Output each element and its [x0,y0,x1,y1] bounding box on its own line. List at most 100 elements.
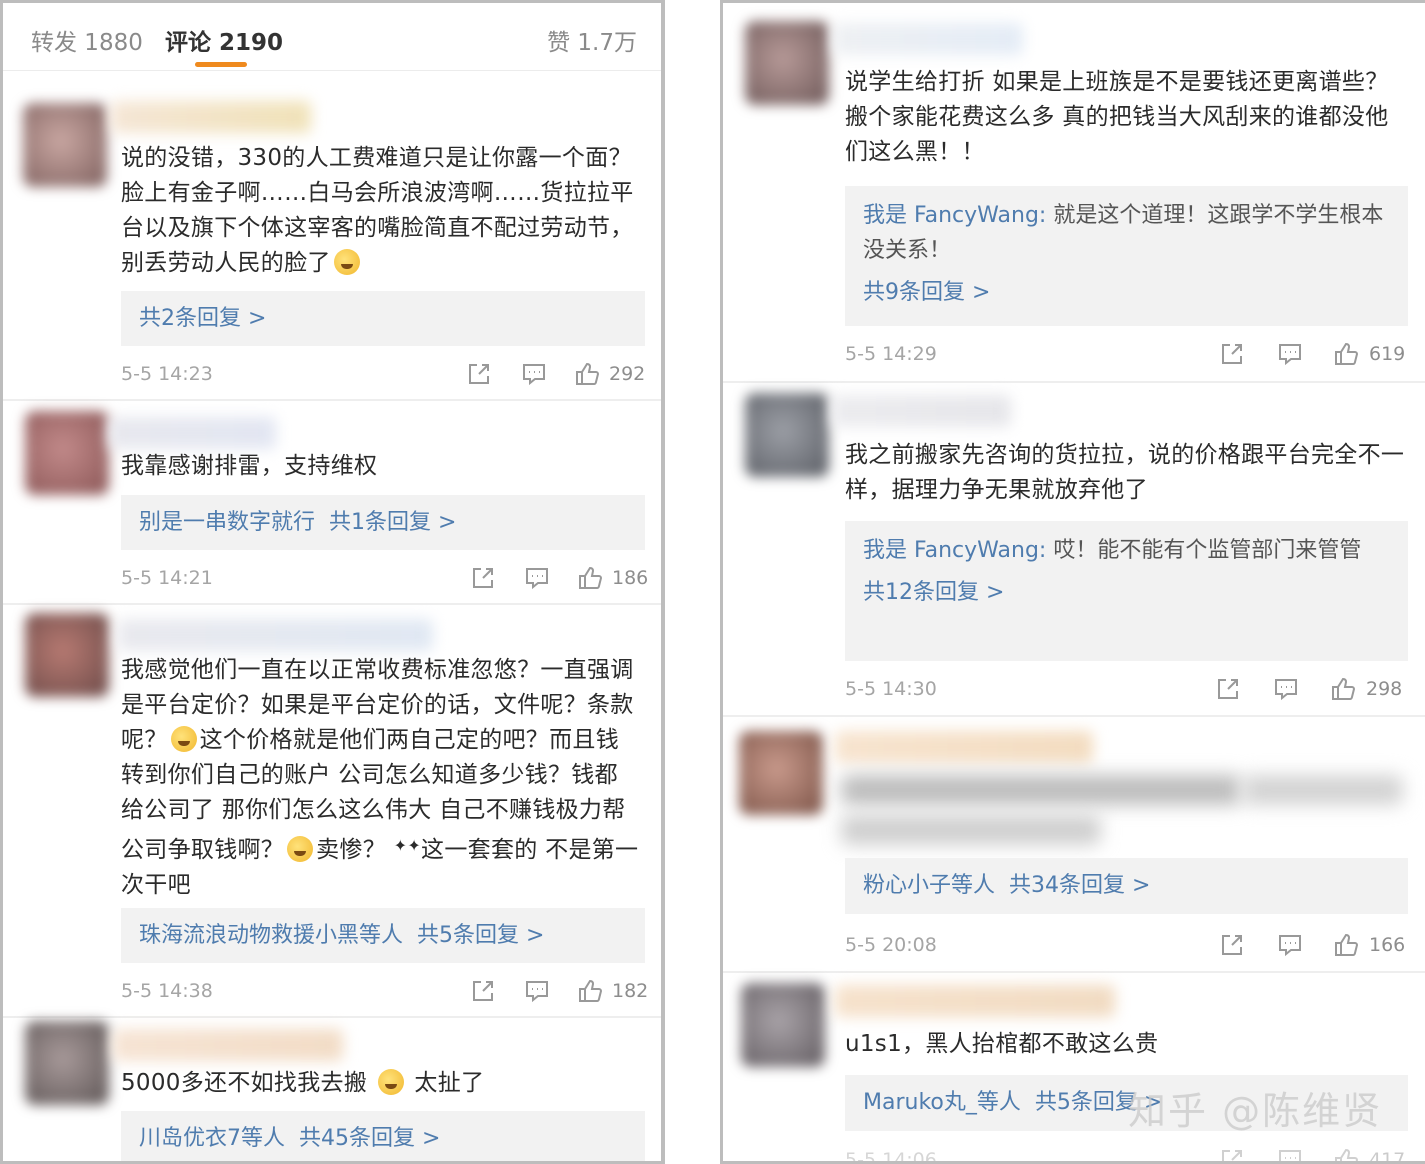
thumbs-up-icon[interactable] [1333,932,1359,963]
reply-preview-box[interactable]: 共2条回复 > [121,291,645,346]
avatar[interactable] [745,393,829,477]
username-blurred [835,731,1093,763]
left-screenshot-panel: 转发 1880 评论 2190 赞 1.7万 说的没错，330的人工费难道只是让… [0,0,665,1164]
avatar[interactable] [741,983,825,1067]
tab-reposts[interactable]: 转发 1880 [31,23,143,57]
divider [723,715,1425,717]
divider [3,603,661,605]
avatar[interactable] [25,1021,109,1105]
reply-preview-box[interactable]: 我是 FancyWang: 哎！能不能有个监管部门来管管 共12条回复 > [845,521,1408,661]
featured-reply: 我是 FancyWang: 哎！能不能有个监管部门来管管 [863,538,1362,563]
comment-text: 我感觉他们一直在以正常收费标准忽悠？一直强调是平台定价？如果是平台定价的话，文件… [121,657,639,898]
comment-time: 5-5 14:29 [845,343,937,365]
username-blurred [833,23,1023,55]
tab-comments[interactable]: 评论 2190 [165,23,283,57]
comment-text: 5000多还不如找我去搬 太扯了 [121,1069,485,1096]
comment-text: 我之前搬家先咨询的货拉拉，说的价格跟平台完全不一样，据理力争无果就放弃他了 [845,442,1405,503]
tab-likes[interactable]: 赞 1.7万 [547,23,637,57]
comment-tabs-header: 转发 1880 评论 2190 赞 1.7万 [3,3,661,71]
view-replies-link[interactable]: 川岛优衣7等人 共45条回复 > [121,1111,645,1161]
view-replies-link[interactable]: 共2条回复 > [121,291,645,346]
like-count: 186 [612,567,649,589]
reply-preview-box[interactable]: 珠海流浪动物救援小黑等人 共5条回复 > [121,908,645,963]
avatar[interactable] [23,103,107,187]
avatar[interactable] [25,411,109,495]
comment-icon[interactable] [524,565,550,596]
sparkle-icon: ✦✦ [393,836,422,855]
username-blurred [111,101,311,133]
share-icon[interactable] [466,361,492,392]
reply-users[interactable]: 珠海流浪动物救援小黑等人 [139,923,403,948]
view-replies-link[interactable]: 共12条回复 > [845,568,1408,618]
thumbs-up-icon[interactable] [1333,341,1359,372]
comment-text: u1s1，黑人抬棺都不敢这么贵 [845,1031,1159,1057]
comment-text: 说学生给打折 如果是上班族是不是要钱还更离谱些？搬个家能花费这么多 真的把钱当大… [845,69,1389,165]
reply-username[interactable]: 我是 FancyWang: [863,203,1046,228]
comment-meta: 5-5 20:08 166 [845,928,1408,962]
share-icon[interactable] [1219,1147,1245,1161]
view-replies-link[interactable]: 粉心小子等人 共34条回复 > [845,858,1408,914]
comment-meta: 5-5 14:38 182 [121,974,649,1009]
comment-meta: 5-5 14:23 292 [121,357,645,391]
blurred-text-line [841,775,1241,805]
thumbs-up-icon[interactable] [1330,676,1356,707]
blurred-text-line [1243,775,1403,805]
share-icon[interactable] [1219,341,1245,372]
avatar[interactable] [745,21,829,105]
reply-preview-box[interactable]: 我是 FancyWang: 就是这个道理！这跟学不学生根本没关系！ 共9条回复 … [845,186,1408,326]
like-count: 619 [1369,343,1406,365]
comment-time: 5-5 14:06 [845,1149,937,1164]
blurred-text-line [841,815,1101,845]
comment-icon[interactable] [1273,676,1299,707]
view-replies-link[interactable]: 珠海流浪动物救援小黑等人 共5条回复 > [121,908,645,963]
comment-icon[interactable] [1277,341,1303,372]
thumbs-up-icon[interactable] [577,978,603,1009]
comment-time: 5-5 20:08 [845,934,937,956]
share-icon[interactable] [470,565,496,596]
reply-count[interactable]: 共1条回复 > [329,510,456,535]
username-blurred [113,1029,343,1061]
share-icon[interactable] [1215,676,1241,707]
divider [723,971,1425,973]
divider [3,1016,661,1018]
reply-preview-box[interactable]: 粉心小子等人 共34条回复 > [845,858,1408,914]
reply-users[interactable]: 粉心小子等人 [863,873,995,898]
comment-icon[interactable] [524,978,550,1009]
comment-time: 5-5 14:23 [121,363,213,385]
view-replies-link[interactable]: 别是一串数字就行 共1条回复 > [121,495,645,550]
like-count: 182 [612,980,649,1002]
reply-count[interactable]: 共34条回复 > [1009,873,1150,898]
reply-count[interactable]: 共45条回复 > [299,1126,440,1151]
reply-username[interactable]: 我是 FancyWang: [863,538,1046,563]
like-count: 417 [1369,1149,1406,1164]
view-replies-link[interactable]: 共9条回复 > [845,268,1408,318]
reply-users[interactable]: 别是一串数字就行 [139,510,315,535]
reply-preview-box[interactable]: 川岛优衣7等人 共45条回复 > [121,1111,645,1161]
comment-icon[interactable] [1277,1147,1303,1161]
comment-meta: 5-5 14:30 298 [845,672,1408,706]
active-tab-indicator [195,62,247,67]
reply-preview-box[interactable]: 别是一串数字就行 共1条回复 > [121,495,645,550]
share-icon[interactable] [1219,932,1245,963]
comment-meta: 5-5 14:21 186 [121,561,649,596]
avatar[interactable] [25,613,109,697]
comment-text: 我靠感谢排雷，支持维权 [121,453,378,479]
comment-icon[interactable] [1277,932,1303,963]
username-blurred [835,985,1115,1017]
comment-icon[interactable] [521,361,547,392]
comment-time: 5-5 14:38 [121,980,213,1002]
sweat-smile-emoji-icon [170,726,197,752]
reply-users[interactable]: Maruko丸_等人 [863,1090,1021,1115]
thumbs-up-icon[interactable] [577,565,603,596]
reply-users[interactable]: 川岛优衣7等人 [139,1126,285,1151]
like-count: 298 [1366,678,1403,700]
laughing-emoji-icon [377,1069,404,1095]
zhihu-watermark: 知乎 @陈维贤 [1128,1089,1383,1133]
reply-count[interactable]: 共5条回复 > [417,923,544,948]
avatar[interactable] [739,731,823,815]
thumbs-up-icon[interactable] [1333,1147,1359,1161]
divider [723,381,1425,383]
thumbs-up-icon[interactable] [574,361,600,392]
comment-text: 说的没错，330的人工费难道只是让你露一个面？脸上有金子啊……白马会所浪波湾啊…… [121,145,634,276]
share-icon[interactable] [470,978,496,1009]
